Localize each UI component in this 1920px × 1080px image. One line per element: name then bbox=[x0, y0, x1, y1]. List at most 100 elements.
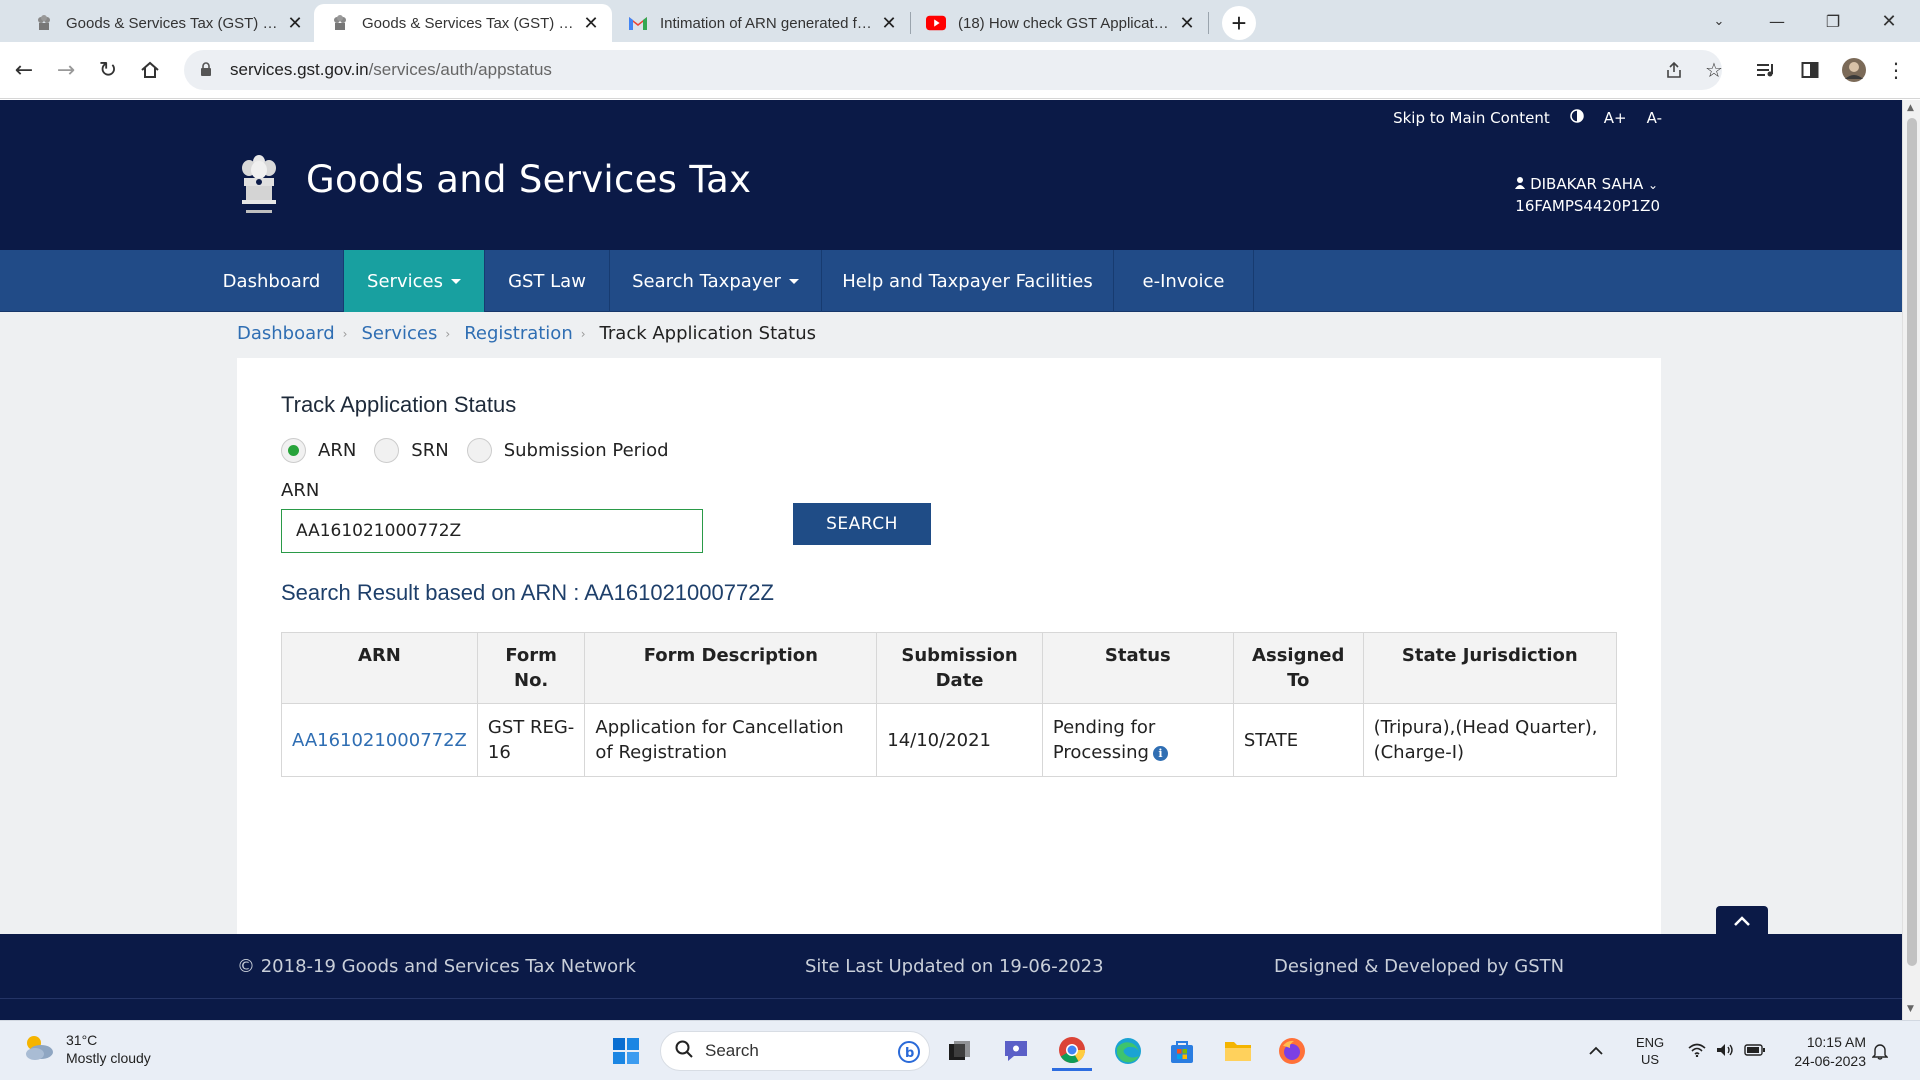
breadcrumb: Dashboard › Services › Registration › Track… bbox=[237, 323, 816, 344]
info-icon[interactable]: i bbox=[1152, 745, 1168, 761]
nav-gst-law[interactable]: GST Law bbox=[485, 250, 610, 312]
browser-tab-title: (18) How check GST Application Status bbox=[958, 14, 1170, 32]
col-header-form-description: Form Description bbox=[584, 632, 878, 704]
weather-condition: Mostly cloudy bbox=[66, 1050, 151, 1066]
browser-tab-active[interactable]: Goods & Services Tax (GST) | Track Appli… bbox=[314, 4, 612, 42]
home-icon[interactable] bbox=[132, 52, 168, 88]
media-queue-icon[interactable] bbox=[1750, 54, 1782, 86]
font-increase-button[interactable]: A+ bbox=[1604, 109, 1627, 127]
nav-einvoice[interactable]: e-Invoice bbox=[1114, 250, 1254, 312]
weather-temperature: 31°C bbox=[66, 1032, 98, 1048]
restore-icon[interactable]: ❐ bbox=[1810, 6, 1856, 36]
file-explorer-icon[interactable] bbox=[1218, 1031, 1258, 1071]
arn-input[interactable] bbox=[281, 509, 703, 553]
browser-tab-title: Intimation of ARN generated for GST REG-… bbox=[660, 14, 872, 32]
skip-to-main-link[interactable]: Skip to Main Content bbox=[1393, 109, 1550, 127]
search-result-heading: Search Result based on ARN : AA161021000… bbox=[281, 580, 774, 605]
notification-bell-icon[interactable] bbox=[1872, 1021, 1888, 1080]
close-tab-icon[interactable]: ✕ bbox=[1178, 13, 1196, 34]
table-row: AA161021000772Z GST REG-16 Application f… bbox=[281, 703, 1618, 777]
browser-tab[interactable]: Intimation of ARN generated for GST REG-… bbox=[612, 4, 910, 42]
system-clock[interactable]: 10:15 AM 24-06-2023 bbox=[1794, 1033, 1866, 1071]
user-menu[interactable]: DIBAKAR SAHA ⌄ 16FAMPS4420P1Z0 bbox=[1515, 174, 1660, 217]
radio-srn-label[interactable]: SRN bbox=[411, 440, 448, 461]
nav-einvoice-label: e-Invoice bbox=[1142, 270, 1225, 292]
gst-emblem-favicon-icon bbox=[330, 13, 350, 33]
microsoft-store-icon[interactable] bbox=[1162, 1031, 1202, 1071]
breadcrumb-registration[interactable]: Registration bbox=[464, 323, 573, 344]
cloud-sun-icon bbox=[22, 1032, 56, 1067]
new-tab-button[interactable]: + bbox=[1222, 6, 1256, 40]
forward-arrow-icon[interactable]: → bbox=[48, 52, 84, 88]
radio-srn[interactable] bbox=[374, 438, 400, 463]
cell-assigned-to: STATE bbox=[1232, 703, 1364, 777]
radio-submission-period[interactable] bbox=[466, 438, 492, 463]
nav-services[interactable]: Services bbox=[344, 250, 485, 312]
browser-tab-title: Goods & Services Tax (GST) | Track Appli… bbox=[362, 14, 574, 32]
browser-tab[interactable]: Goods & Services Tax (GST) | User Servic… bbox=[18, 4, 316, 42]
tab-search-chevron-icon[interactable]: ⌄ bbox=[1696, 6, 1742, 36]
profile-avatar[interactable] bbox=[1838, 54, 1870, 86]
bing-icon: b bbox=[897, 1040, 921, 1069]
browser-tab[interactable]: (18) How check GST Application Status ✕ bbox=[910, 4, 1208, 42]
close-tab-icon[interactable]: ✕ bbox=[880, 13, 898, 34]
contrast-icon[interactable] bbox=[1570, 109, 1584, 127]
clock-date: 24-06-2023 bbox=[1794, 1053, 1866, 1069]
breadcrumb-services[interactable]: Services bbox=[361, 323, 437, 344]
page-scrollbar[interactable]: ▲ ▼ bbox=[1902, 100, 1920, 1020]
language-indicator[interactable]: ENG US bbox=[1636, 1021, 1664, 1080]
cell-submission-date: 14/10/2021 bbox=[876, 703, 1043, 777]
url-path: /services/auth/appstatus bbox=[368, 60, 552, 79]
minimize-icon[interactable]: — bbox=[1754, 6, 1800, 36]
nav-help[interactable]: Help and Taxpayer Facilities bbox=[822, 250, 1114, 312]
nav-dashboard[interactable]: Dashboard bbox=[200, 250, 344, 312]
close-tab-icon[interactable]: ✕ bbox=[286, 13, 304, 34]
font-decrease-button[interactable]: A- bbox=[1647, 109, 1662, 127]
radio-arn-label[interactable]: ARN bbox=[318, 440, 356, 461]
scroll-to-top-button[interactable] bbox=[1716, 906, 1768, 936]
edge-icon[interactable] bbox=[1108, 1031, 1148, 1071]
nav-search-taxpayer[interactable]: Search Taxpayer bbox=[610, 250, 822, 312]
svg-text:b: b bbox=[905, 1046, 914, 1061]
taskbar-search[interactable]: Search b bbox=[660, 1031, 930, 1071]
result-table: ARN Form No. Form Description Submission… bbox=[281, 632, 1618, 777]
breadcrumb-chevron-icon: › bbox=[445, 326, 451, 341]
user-gstin: 16FAMPS4420P1Z0 bbox=[1515, 197, 1660, 215]
radio-submission-period-label[interactable]: Submission Period bbox=[504, 440, 669, 461]
firefox-icon[interactable] bbox=[1272, 1031, 1312, 1071]
system-tray[interactable] bbox=[1688, 1021, 1766, 1080]
wifi-icon bbox=[1688, 1043, 1706, 1060]
close-window-icon[interactable]: ✕ bbox=[1866, 6, 1912, 36]
national-emblem-logo[interactable] bbox=[238, 150, 280, 220]
windows-taskbar: 31°C Mostly cloudy Search b ENG US 10:15… bbox=[0, 1020, 1920, 1080]
site-footer: © 2018-19 Goods and Services Tax Network… bbox=[0, 934, 1902, 998]
breadcrumb-dashboard[interactable]: Dashboard bbox=[237, 323, 335, 344]
bookmark-star-icon[interactable]: ☆ bbox=[1698, 54, 1730, 86]
back-arrow-icon[interactable]: ← bbox=[6, 52, 42, 88]
windows-start-icon[interactable] bbox=[606, 1031, 646, 1071]
lock-icon bbox=[200, 61, 216, 79]
address-bar[interactable]: services.gst.gov.in/services/auth/appsta… bbox=[184, 50, 1722, 90]
task-view-icon[interactable] bbox=[940, 1031, 980, 1071]
browser-toolbar: ← → ↻ services.gst.gov.in/services/auth/… bbox=[0, 42, 1920, 99]
system-tray-overflow-icon[interactable] bbox=[1588, 1021, 1604, 1080]
arn-link[interactable]: AA161021000772Z bbox=[292, 730, 467, 751]
status-text: Pending for Processing bbox=[1052, 717, 1156, 763]
cell-state-jurisdiction: (Tripura),(Head Quarter),(Charge-I) bbox=[1362, 703, 1618, 777]
scroll-up-icon[interactable]: ▲ bbox=[1907, 103, 1914, 113]
close-tab-icon[interactable]: ✕ bbox=[582, 13, 600, 34]
radio-arn[interactable] bbox=[281, 438, 306, 463]
table-header-row: ARN Form No. Form Description Submission… bbox=[281, 632, 1618, 704]
youtube-icon bbox=[926, 13, 946, 33]
share-icon[interactable] bbox=[1658, 54, 1690, 86]
browser-menu-icon[interactable]: ⋮ bbox=[1880, 54, 1912, 86]
reload-icon[interactable]: ↻ bbox=[90, 52, 126, 88]
chrome-icon[interactable] bbox=[1052, 1031, 1092, 1071]
nav-gst-law-label: GST Law bbox=[508, 270, 586, 292]
side-panel-icon[interactable] bbox=[1794, 54, 1826, 86]
scroll-down-icon[interactable]: ▼ bbox=[1907, 1004, 1914, 1014]
search-button[interactable]: SEARCH bbox=[793, 503, 931, 545]
teams-chat-icon[interactable] bbox=[996, 1031, 1036, 1071]
weather-widget[interactable]: 31°C Mostly cloudy bbox=[22, 1031, 151, 1067]
scrollbar-thumb[interactable] bbox=[1907, 118, 1917, 966]
